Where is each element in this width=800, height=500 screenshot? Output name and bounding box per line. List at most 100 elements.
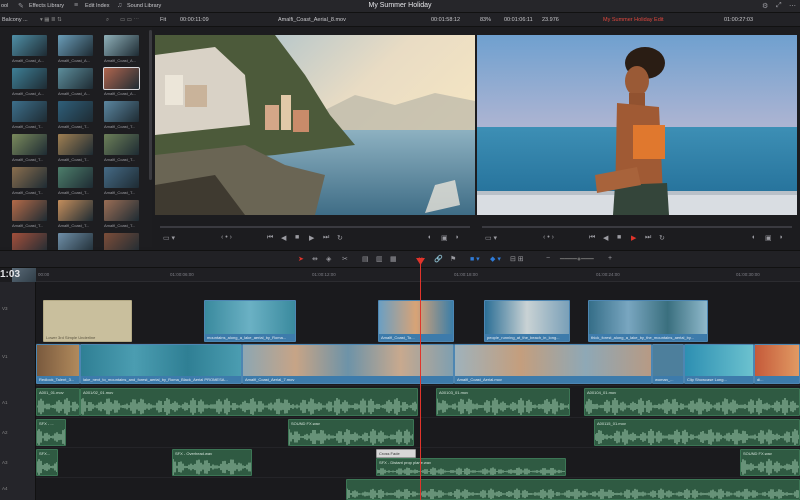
media-thumbnail[interactable] — [103, 67, 140, 90]
media-thumbnail[interactable] — [58, 134, 93, 155]
media-thumbnail[interactable] — [12, 68, 47, 89]
audio-clip[interactable]: A001_01.mov — [36, 388, 80, 416]
audio-clip[interactable] — [346, 479, 800, 500]
audio-clip[interactable]: A00103_01.mov — [436, 388, 570, 416]
audio-clip[interactable]: SFX - Overhead.wav — [172, 449, 252, 476]
lock-icon[interactable]: ⚑ — [450, 255, 456, 263]
zoom-out-icon[interactable]: − — [546, 255, 550, 262]
stop-icon[interactable]: ■ — [295, 234, 299, 241]
zoom-right[interactable]: 83% — [480, 17, 491, 23]
track-header-v3[interactable]: V3 — [2, 306, 8, 311]
dynamic-trim-icon[interactable]: ◈ — [326, 255, 331, 263]
track-header-a2[interactable]: A2 — [2, 430, 8, 435]
media-thumbnail[interactable] — [12, 134, 47, 155]
video-clip[interactable]: Amalfi_Coast_To... — [378, 300, 454, 342]
expand-icon[interactable]: ⤢ — [776, 2, 782, 10]
media-thumbnail[interactable] — [104, 200, 139, 221]
bin-name[interactable]: Balcony ... — [2, 17, 28, 23]
options-icon[interactable]: ⋯ — [789, 2, 796, 10]
audio-clip[interactable]: A001/02_01.mov — [80, 388, 418, 416]
video-clip[interactable]: thick_forest_along_a_lake_by_the_mountai… — [588, 300, 708, 342]
pool-view-icons[interactable]: ▾ ▦ ≣ ⇅ — [40, 17, 62, 23]
media-thumbnail[interactable] — [104, 101, 139, 122]
mark-out-icon[interactable]: ◗ — [455, 234, 459, 241]
skip-start-icon[interactable]: ⏮ — [267, 234, 273, 242]
audio-clip[interactable]: SOUND FX.wav — [288, 419, 414, 446]
zoom-left[interactable]: Fit — [160, 17, 166, 23]
video-clip[interactable]: Amalfi_Coast_Aerial_7.mov — [242, 344, 454, 384]
pool-options-icon[interactable]: ▭ ▭ ⋯ — [120, 17, 139, 23]
skip-end-icon[interactable]: ⏭ — [323, 234, 329, 242]
cross-fade-transition[interactable]: Cross Fade — [376, 449, 416, 458]
selection-tool-icon[interactable]: ➤ — [298, 255, 304, 263]
timeline-viewer[interactable] — [477, 35, 797, 215]
video-clip[interactable]: Redlock_Talent_3... — [36, 344, 80, 384]
jog-icon[interactable]: ‹ • › — [221, 234, 232, 241]
source-clip-name[interactable]: Amalfi_Coast_Aerial_8.mov — [278, 17, 346, 23]
video-clip[interactable]: mountains_along_a_lake_aerial_by_Roma... — [204, 300, 296, 342]
media-thumbnail[interactable] — [104, 167, 139, 188]
audio-clip[interactable]: A00115_01.mov — [594, 419, 800, 446]
title-clip[interactable]: Lower 3rd Simple Underline — [43, 300, 132, 342]
video-clip[interactable]: di... — [754, 344, 800, 384]
trim-tool-icon[interactable]: ⇹ — [312, 255, 318, 263]
link-icon[interactable]: 🔗 — [434, 255, 443, 263]
track-header-a3[interactable]: A3 — [2, 460, 8, 465]
audio-clip[interactable]: A00104_01.mov — [584, 388, 800, 416]
search-icon[interactable]: ⌕ — [106, 17, 109, 24]
mark-out-icon[interactable]: ◗ — [779, 234, 783, 241]
skip-end-icon[interactable]: ⏭ — [645, 234, 651, 242]
loop-icon[interactable]: ↻ — [337, 234, 343, 242]
video-clip[interactable]: woman_... — [652, 344, 684, 384]
audio-clip[interactable]: SFX - ... — [36, 419, 66, 446]
viewer-options-icon[interactable]: ▭ ▾ — [485, 234, 497, 242]
insert-clip-icon[interactable]: ▤ — [362, 255, 369, 263]
media-thumbnail[interactable] — [104, 134, 139, 155]
mark-clear-icon[interactable]: ▣ — [765, 234, 772, 242]
timeline-ruler[interactable]: 00:00 01:00:06:00 01:00:12:00 01:00:18:0… — [36, 268, 800, 282]
track-header-v1[interactable]: V1 — [2, 354, 8, 359]
video-clip[interactable]: lake_next_to_mountains_and_forest_aerial… — [80, 344, 242, 384]
jog-icon[interactable]: ‹ • › — [543, 234, 554, 241]
media-pool-scrollbar[interactable] — [149, 30, 152, 180]
marker-color-icon[interactable]: ◆ ▾ — [490, 255, 501, 263]
skip-start-icon[interactable]: ⏮ — [589, 234, 595, 242]
media-thumbnail[interactable] — [58, 35, 93, 56]
play-reverse-icon[interactable]: ◀ — [281, 234, 286, 242]
play-icon[interactable]: ▶ — [309, 234, 314, 242]
play-reverse-icon[interactable]: ◀ — [603, 234, 608, 242]
flag-color-icon[interactable]: ■ ▾ — [470, 255, 480, 263]
timeline-tracks[interactable]: Lower 3rd Simple Underline mountains_alo… — [36, 282, 800, 500]
audio-clip[interactable]: SFX... — [36, 449, 58, 476]
stop-icon[interactable]: ■ — [617, 234, 621, 241]
zoom-in-icon[interactable]: + — [608, 255, 612, 262]
media-thumbnail[interactable] — [58, 68, 93, 89]
media-thumbnail[interactable] — [104, 35, 139, 56]
media-thumbnail[interactable] — [12, 101, 47, 122]
media-thumbnail[interactable] — [12, 35, 47, 56]
loop-icon[interactable]: ↻ — [659, 234, 665, 242]
media-thumbnail[interactable] — [12, 167, 47, 188]
media-thumbnail[interactable] — [58, 200, 93, 221]
mark-in-icon[interactable]: ◖ — [751, 234, 755, 241]
video-clip[interactable]: people_running_at_the_beach_in_long... — [484, 300, 570, 342]
source-viewer[interactable] — [155, 35, 475, 215]
blade-tool-icon[interactable]: ✂ — [342, 255, 348, 263]
mark-clear-icon[interactable]: ▣ — [441, 234, 448, 242]
settings-icon[interactable]: ⚙ — [762, 2, 768, 10]
viewer-options-icon[interactable]: ▭ ▾ — [163, 234, 175, 242]
timeline-name[interactable]: My Summer Holiday Edit — [603, 17, 664, 23]
media-thumbnail[interactable] — [58, 101, 93, 122]
track-header-a4[interactable]: A4 — [2, 486, 8, 491]
zoom-slider-icon[interactable]: ━━━━●━━━ — [560, 255, 594, 263]
audio-clip[interactable]: SOUND FX.wav — [740, 449, 800, 476]
video-clip[interactable]: Clip Showcase Long... — [684, 344, 754, 384]
overwrite-clip-icon[interactable]: ▥ — [376, 255, 383, 263]
audio-clip[interactable]: SFX - Distant prop plane.wav — [376, 458, 566, 476]
media-thumbnail[interactable] — [58, 167, 93, 188]
mark-in-icon[interactable]: ◖ — [427, 234, 431, 241]
media-thumbnail[interactable] — [12, 200, 47, 221]
replace-clip-icon[interactable]: ▦ — [390, 255, 397, 263]
zoom-timeline-icon[interactable]: ⊟ ⊞ — [510, 255, 524, 263]
play-icon[interactable]: ▶ — [631, 234, 636, 242]
